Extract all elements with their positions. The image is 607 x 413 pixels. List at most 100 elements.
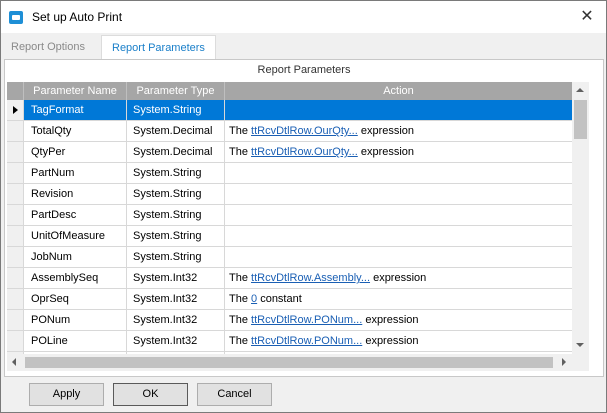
table-row[interactable]: AssemblySeq System.Int32 The ttRcvDtlRow.A… — [7, 268, 572, 289]
action-prefix: The — [229, 335, 252, 347]
parameter-name-cell[interactable]: POLine — [24, 331, 127, 351]
action-cell[interactable]: The ttRcvDtlRow.Assembly... expression — [225, 268, 572, 288]
tab-strip: Report Options Report Parameters — [1, 35, 606, 59]
parameter-type-cell[interactable]: System.String — [127, 205, 225, 225]
action-cell[interactable] — [225, 247, 572, 267]
action-prefix: The — [229, 293, 252, 305]
parameter-name-cell[interactable]: TagFormat — [24, 100, 127, 120]
row-selector[interactable] — [7, 268, 24, 288]
parameter-name-cell[interactable]: AssemblySeq — [24, 268, 127, 288]
row-selector[interactable] — [7, 121, 24, 141]
horizontal-scrollbar[interactable] — [7, 354, 572, 371]
vertical-scrollbar[interactable] — [572, 82, 589, 354]
parameter-type-cell[interactable]: System.String — [127, 226, 225, 246]
tab-report-parameters[interactable]: Report Parameters — [101, 35, 216, 59]
scroll-down-icon[interactable] — [572, 337, 589, 354]
parameter-type-cell[interactable]: System.Int32 — [127, 289, 225, 309]
action-cell[interactable] — [225, 226, 572, 246]
table-row[interactable]: JobNum System.String — [7, 247, 572, 268]
horizontal-scroll-thumb[interactable] — [25, 357, 553, 368]
parameter-name-cell[interactable]: UnitOfMeasure — [24, 226, 127, 246]
parameter-type-cell[interactable]: System.Decimal — [127, 142, 225, 162]
action-cell[interactable]: The ttRcvDtlRow.OurQty... expression — [225, 121, 572, 141]
action-cell[interactable]: The 0 constant — [225, 289, 572, 309]
parameter-type-cell[interactable]: System.Int32 — [127, 331, 225, 351]
cancel-button[interactable]: Cancel — [197, 383, 272, 406]
parameter-name-cell[interactable]: PartNum — [24, 163, 127, 183]
window-title: Set up Auto Print — [32, 10, 123, 24]
close-button[interactable]: ✕ — [571, 3, 603, 31]
action-suffix: expression — [357, 125, 415, 137]
scroll-right-icon[interactable] — [555, 354, 572, 371]
table-row[interactable]: OprSeq System.Int32 The 0 constant — [7, 289, 572, 310]
parameter-type-cell[interactable]: System.String — [127, 100, 225, 120]
table-row[interactable]: TotalQty System.Decimal The ttRcvDtlRow.Ou… — [7, 121, 572, 142]
action-suffix: expression — [362, 314, 419, 326]
row-selector[interactable] — [7, 100, 24, 120]
column-header-parameter-type[interactable]: Parameter Type — [127, 82, 225, 100]
row-selector[interactable] — [7, 142, 24, 162]
action-cell[interactable] — [225, 184, 572, 204]
parameter-name-cell[interactable]: PartDesc — [24, 205, 127, 225]
parameter-name-cell[interactable]: JobNum — [24, 247, 127, 267]
action-link[interactable]: ttRcvDtlRow.OurQty... — [251, 125, 358, 137]
action-suffix: expression — [362, 335, 419, 347]
vertical-scroll-thumb[interactable] — [574, 100, 587, 139]
action-link[interactable]: ttRcvDtlRow.PONum... — [251, 335, 362, 347]
parameter-name-cell[interactable]: QtyPer — [24, 142, 127, 162]
tab-report-options[interactable]: Report Options — [11, 35, 85, 59]
parameter-type-cell[interactable]: System.Int32 — [127, 310, 225, 330]
action-link[interactable]: ttRcvDtlRow.PONum... — [251, 314, 362, 326]
table-row[interactable]: PartDesc System.String — [7, 205, 572, 226]
row-selector[interactable] — [7, 184, 24, 204]
parameters-grid[interactable]: Parameter Name Parameter Type Action Tag… — [7, 82, 572, 354]
parameter-type-cell[interactable]: System.String — [127, 247, 225, 267]
parameter-name-cell[interactable]: TotalQty — [24, 121, 127, 141]
table-row[interactable]: PONum System.Int32 The ttRcvDtlRow.PONum..… — [7, 310, 572, 331]
title-bar: Set up Auto Print ✕ — [1, 1, 606, 33]
parameter-name-cell[interactable]: Revision — [24, 184, 127, 204]
row-selector[interactable] — [7, 226, 24, 246]
row-selector[interactable] — [7, 247, 24, 267]
report-parameters-panel: Report Parameters Parameter Name Paramet… — [4, 59, 604, 377]
auto-print-dialog: Set up Auto Print ✕ Report Options Repor… — [0, 0, 607, 413]
row-selector[interactable] — [7, 331, 24, 351]
column-header-action[interactable]: Action — [225, 82, 572, 100]
apply-button[interactable]: Apply — [29, 383, 104, 406]
action-prefix: The — [229, 272, 252, 284]
parameter-type-cell[interactable]: System.Decimal — [127, 121, 225, 141]
row-selector[interactable] — [7, 205, 24, 225]
scroll-up-icon[interactable] — [572, 82, 589, 99]
action-cell[interactable]: The ttRcvDtlRow.PONum... expression — [225, 310, 572, 330]
table-row[interactable]: QtyPer System.Decimal The ttRcvDtlRow.OurQ… — [7, 142, 572, 163]
column-header-parameter-name[interactable]: Parameter Name — [24, 82, 127, 100]
app-icon — [9, 11, 23, 24]
scrollbar-corner — [572, 354, 589, 371]
action-cell[interactable] — [225, 205, 572, 225]
parameter-type-cell[interactable]: System.String — [127, 184, 225, 204]
scroll-left-icon[interactable] — [7, 354, 24, 371]
table-row[interactable]: POLine System.Int32 The ttRcvDtlRow.PONum.… — [7, 331, 572, 352]
ok-button[interactable]: OK — [113, 383, 188, 406]
table-row[interactable]: PartNum System.String — [7, 163, 572, 184]
table-row[interactable]: UnitOfMeasure System.String — [7, 226, 572, 247]
parameter-type-cell[interactable]: System.String — [127, 163, 225, 183]
row-selector[interactable] — [7, 289, 24, 309]
action-prefix: The — [229, 125, 252, 137]
row-selector[interactable] — [7, 310, 24, 330]
row-selector[interactable] — [7, 163, 24, 183]
action-prefix: The — [229, 146, 252, 158]
action-cell[interactable] — [225, 100, 572, 120]
action-suffix: expression — [370, 272, 427, 284]
parameter-name-cell[interactable]: OprSeq — [24, 289, 127, 309]
parameter-name-cell[interactable]: PONum — [24, 310, 127, 330]
parameter-type-cell[interactable]: System.Int32 — [127, 268, 225, 288]
action-cell[interactable]: The ttRcvDtlRow.OurQty... expression — [225, 142, 572, 162]
action-cell[interactable] — [225, 163, 572, 183]
action-link[interactable]: ttRcvDtlRow.OurQty... — [251, 146, 358, 158]
row-selector-header — [7, 82, 24, 100]
action-link[interactable]: ttRcvDtlRow.Assembly... — [251, 272, 370, 284]
table-row[interactable]: Revision System.String — [7, 184, 572, 205]
action-cell[interactable]: The ttRcvDtlRow.PONum... expression — [225, 331, 572, 351]
table-row[interactable]: TagFormat System.String — [7, 100, 572, 121]
